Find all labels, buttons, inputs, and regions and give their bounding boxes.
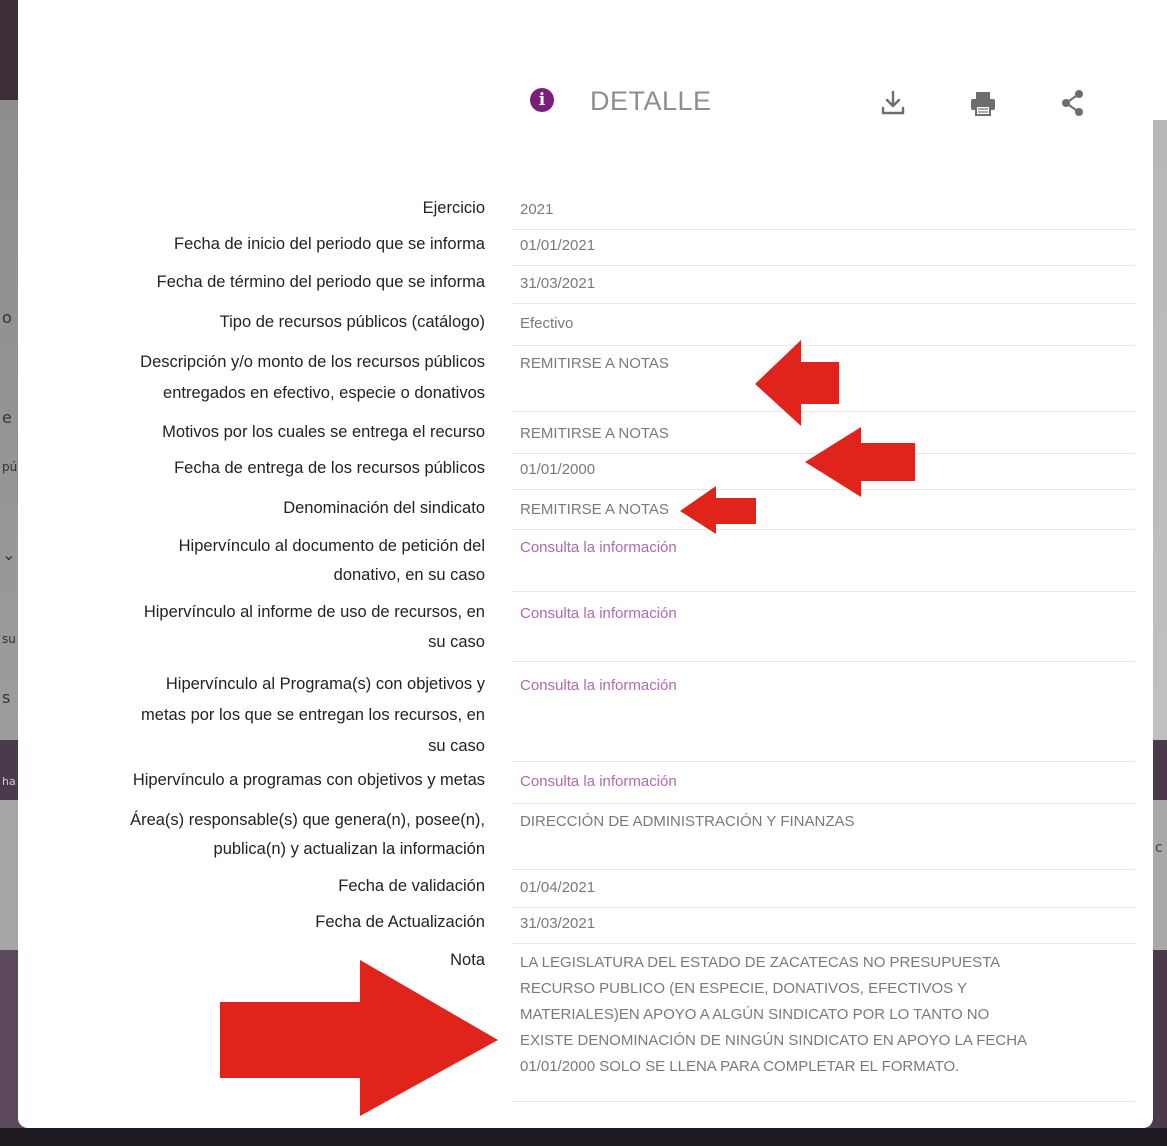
row-label: Hipervínculo al informe de uso de recurs… — [143, 603, 485, 651]
row-value: 01/04/2021 — [520, 879, 596, 896]
row-label: Hipervínculo a programas con objetivos y… — [132, 771, 485, 789]
red-arrow-annotation — [755, 340, 839, 426]
modal-header: i DETALLE — [18, 78, 1153, 138]
row-value: DIRECCIÓN DE ADMINISTRACIÓN Y FINANZAS — [520, 813, 855, 830]
row-value: REMITIRSE A NOTAS — [520, 501, 669, 518]
table-row: Fecha de término del periodo que se info… — [18, 270, 1153, 304]
row-label: Fecha de inicio del periodo que se infor… — [174, 235, 485, 253]
row-label: Fecha de validación — [338, 877, 485, 895]
table-row: Fecha de inicio del periodo que se infor… — [18, 232, 1153, 266]
row-label: Fecha de entrega de los recursos público… — [174, 459, 485, 477]
background-text-fragment: ha — [2, 775, 16, 788]
background-bottom-strip — [0, 1128, 1167, 1146]
row-label: Área(s) responsable(s) que genera(n), po… — [130, 811, 485, 858]
background-text-fragment: ⌄ — [2, 545, 16, 564]
print-icon[interactable] — [968, 88, 998, 118]
row-value: 01/01/2021 — [520, 237, 596, 254]
consulta-link[interactable]: Consulta la información — [520, 674, 1080, 698]
table-row: Fecha de validación 01/04/2021 — [18, 874, 1153, 908]
row-value: 31/03/2021 — [520, 275, 596, 292]
table-row: Área(s) responsable(s) que genera(n), po… — [18, 808, 1153, 870]
table-row: Hipervínculo a programas con objetivos y… — [18, 768, 1153, 804]
consulta-link[interactable]: Consulta la información — [520, 602, 1080, 626]
row-value: Efectivo — [520, 315, 574, 332]
row-label: Hipervínculo al Programa(s) con objetivo… — [141, 675, 485, 755]
share-icon[interactable] — [1058, 88, 1088, 118]
consulta-link[interactable]: Consulta la información — [520, 770, 1080, 794]
background-text-fragment: o — [2, 308, 12, 327]
row-value: 01/01/2000 — [520, 461, 596, 478]
table-row: Ejercicio 2021 — [18, 196, 1153, 230]
row-label: Descripción y/o monto de los recursos pú… — [140, 353, 485, 402]
row-value: 2021 — [520, 201, 554, 218]
row-label: Hipervínculo al documento de petición de… — [178, 537, 485, 584]
red-arrow-annotation — [805, 427, 915, 497]
note-text: LA LEGISLATURA DEL ESTADO DE ZACATECAS N… — [520, 954, 1028, 1075]
download-icon[interactable] — [878, 88, 908, 118]
table-row: Hipervínculo al informe de uso de recurs… — [18, 600, 1153, 662]
table-row: Denominación del sindicato REMITIRSE A N… — [18, 496, 1153, 530]
row-label: Ejercicio — [422, 199, 485, 217]
modal-title: DETALLE — [590, 86, 712, 116]
table-row: Hipervínculo al documento de petición de… — [18, 534, 1153, 592]
row-label: Fecha de Actualización — [315, 913, 485, 931]
row-label: Fecha de término del periodo que se info… — [156, 273, 485, 291]
background-page-right: c — [1151, 0, 1167, 1146]
row-label: Motivos por los cuales se entrega el rec… — [162, 423, 485, 441]
background-text-fragment: su — [2, 632, 16, 646]
table-row: Descripción y/o monto de los recursos pú… — [18, 350, 1153, 412]
detail-modal: i DETALLE Ejercicio 2021 Fecha de inicio… — [18, 0, 1153, 1128]
row-label: Denominación del sindicato — [283, 499, 485, 517]
row-label: Tipo de recursos públicos (catálogo) — [219, 313, 485, 331]
row-value: 31/03/2021 — [520, 915, 596, 932]
table-row: Nota LA LEGISLATURA DEL ESTADO DE ZACATE… — [18, 948, 1153, 1102]
consulta-link[interactable]: Consulta la información — [520, 536, 1080, 560]
background-text-fragment: c — [1155, 840, 1163, 856]
background-text-fragment: e — [2, 408, 12, 427]
table-row: Fecha de Actualización 31/03/2021 — [18, 910, 1153, 944]
table-row: Tipo de recursos públicos (catálogo) Efe… — [18, 310, 1153, 346]
table-row: Fecha de entrega de los recursos público… — [18, 456, 1153, 490]
red-arrow-annotation — [220, 960, 498, 1116]
table-row: Motivos por los cuales se entrega el rec… — [18, 420, 1153, 454]
red-arrow-annotation — [680, 486, 756, 534]
table-row: Hipervínculo al Programa(s) con objetivo… — [18, 672, 1153, 762]
background-text-fragment: s — [2, 688, 11, 707]
info-icon: i — [530, 88, 554, 112]
